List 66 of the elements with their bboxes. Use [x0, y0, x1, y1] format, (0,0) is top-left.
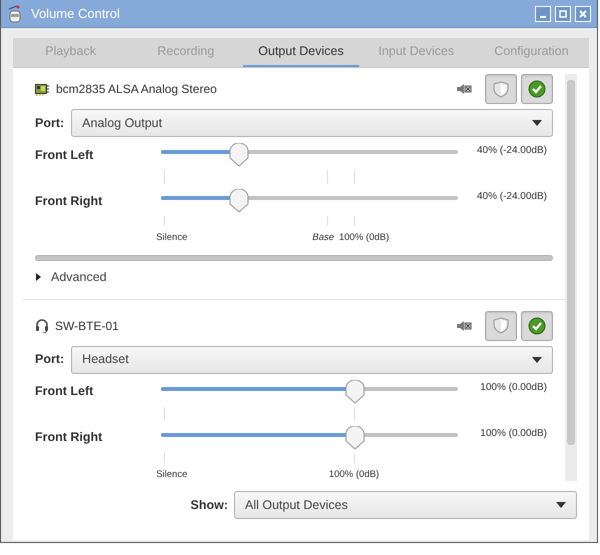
dropdown-arrow-icon	[532, 356, 542, 363]
scale-tick	[164, 452, 165, 463]
scale-tick	[354, 170, 356, 184]
show-label: Show:	[190, 496, 228, 514]
default-button[interactable]	[521, 310, 553, 341]
scale-label: 100% (0dB)	[328, 468, 380, 481]
port-dropdown[interactable]: Headset	[71, 346, 553, 374]
scale-tick	[326, 216, 328, 226]
channel-label: Front Left	[35, 383, 94, 400]
show-dropdown[interactable]: All Output Devices	[234, 491, 577, 519]
scale-tick	[354, 452, 356, 463]
minimize-button[interactable]	[535, 6, 551, 22]
shield-icon	[493, 317, 509, 334]
minimize-icon	[539, 16, 547, 18]
scale-tick	[164, 170, 165, 184]
device-name: bcm2835 ALSA Analog Stereo	[56, 81, 217, 98]
volume-reading: 100% (0.00dB)	[479, 380, 548, 395]
close-icon	[579, 10, 587, 18]
default-button[interactable]	[521, 74, 553, 104]
dropdown-arrow-icon	[532, 120, 542, 126]
volume-slider[interactable]	[161, 426, 458, 450]
scale-label: Silence	[156, 468, 188, 481]
slider-thumb[interactable]	[344, 426, 366, 450]
port-label: Port:	[35, 114, 64, 132]
speaker-icon[interactable]	[456, 318, 472, 333]
slider-thumb[interactable]	[228, 143, 250, 167]
app-icon	[7, 4, 23, 22]
scale-tick	[164, 216, 165, 226]
speaker-icon[interactable]	[456, 82, 472, 96]
maximize-icon	[559, 10, 567, 18]
lock-channels-button[interactable]	[485, 74, 517, 104]
slider-thumb[interactable]	[228, 189, 250, 213]
dropdown-arrow-icon	[556, 502, 566, 508]
scale-tick	[354, 216, 356, 226]
volume-slider[interactable]	[161, 189, 458, 213]
scale-tick	[326, 170, 328, 184]
scale-label: 100% (0dB)	[338, 231, 390, 245]
close-button[interactable]	[575, 6, 591, 22]
channel-label: Front Right	[35, 192, 104, 210]
shield-icon	[493, 80, 509, 98]
scale-label: Silence	[156, 231, 188, 245]
scale-tick	[164, 406, 165, 421]
check-icon	[528, 316, 546, 335]
headset-icon	[35, 318, 49, 334]
channel-label: Front Left	[35, 146, 94, 164]
window-title: Volume Control	[31, 4, 120, 23]
advanced-expander[interactable]: Advanced	[35, 268, 107, 287]
scale-label: Base	[312, 231, 334, 245]
scale-tick	[354, 406, 356, 421]
port-label: Port:	[35, 351, 64, 368]
expander-icon	[35, 273, 43, 282]
channel-label: Front Right	[35, 429, 104, 446]
port-dropdown[interactable]: Analog Output	[71, 109, 553, 137]
volume-reading: 40% (-24.00dB)	[476, 144, 548, 158]
volume-reading: 100% (0.00dB)	[479, 426, 548, 441]
volume-reading: 40% (-24.00dB)	[476, 190, 548, 204]
slider-thumb[interactable]	[344, 380, 366, 404]
scrollbar[interactable]	[565, 74, 577, 481]
sound-card-icon	[35, 82, 50, 96]
device-name: SW-BTE-01	[55, 318, 119, 335]
scrollbar-thumb[interactable]	[567, 80, 575, 445]
volume-slider[interactable]	[161, 143, 458, 167]
lock-channels-button[interactable]	[485, 310, 517, 341]
check-icon	[528, 80, 546, 98]
maximize-button[interactable]	[555, 6, 571, 22]
volume-slider[interactable]	[161, 380, 458, 404]
